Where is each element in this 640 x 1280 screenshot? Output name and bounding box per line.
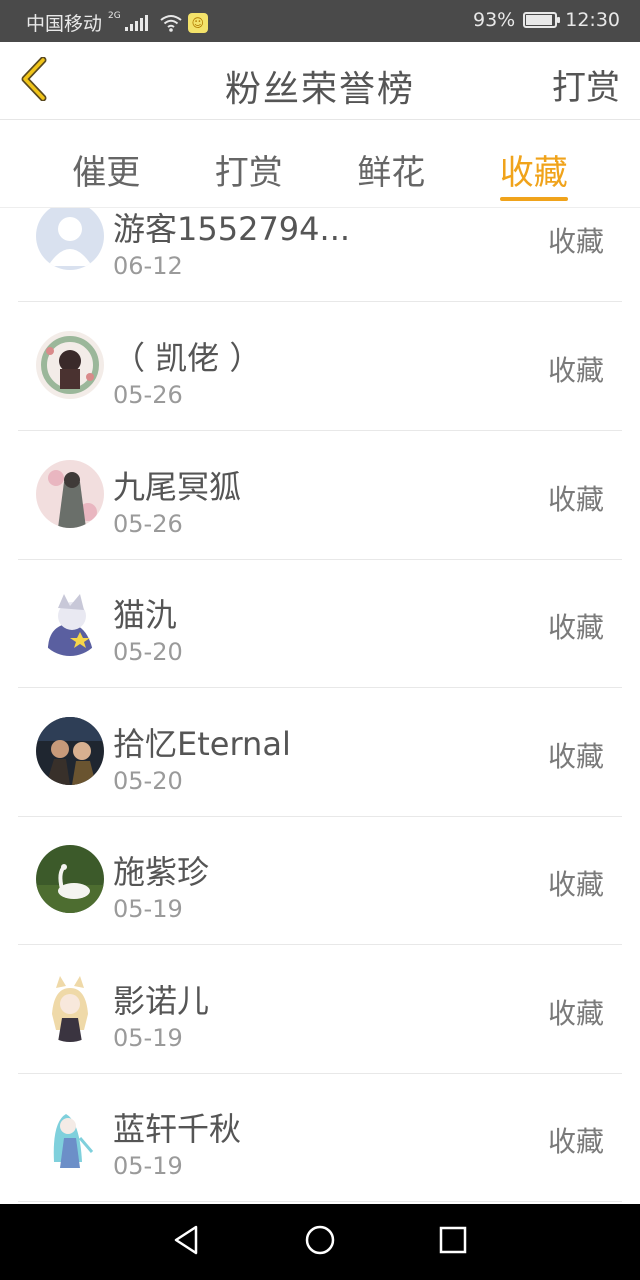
signal-icon	[124, 14, 148, 31]
avatar	[36, 460, 104, 528]
tab-bar: 催更 打赏 鲜花 收藏	[0, 121, 640, 208]
clock: 12:30	[565, 9, 620, 31]
nav-home-button[interactable]	[290, 1212, 350, 1272]
battery-fill	[526, 15, 553, 25]
fan-list: 游客1552794... 06-12 收藏 （ 凯佬 ） 05-26 收藏 九尾…	[0, 208, 640, 1204]
circle-home-icon	[304, 1224, 336, 1260]
avatar	[36, 208, 104, 270]
carrier-label: 中国移动	[26, 13, 103, 35]
action-date: 05-26	[113, 510, 183, 538]
avatar	[36, 845, 104, 913]
user-name: 蓝轩千秋	[113, 1110, 242, 1148]
action-date: 05-19	[113, 895, 183, 923]
tab-urge-update[interactable]: 催更	[46, 121, 166, 207]
system-nav-bar	[0, 1204, 640, 1280]
user-name: 影诺儿	[113, 982, 210, 1020]
status-left: 中国移动 2G ☺	[26, 9, 208, 36]
list-item[interactable]: 拾忆Eternal 05-20 收藏	[18, 689, 622, 817]
action-type: 收藏	[547, 997, 604, 1030]
action-type: 收藏	[547, 225, 604, 258]
action-date: 05-19	[113, 1024, 183, 1052]
user-name: （ 凯佬 ）	[113, 339, 262, 377]
list-item[interactable]: （ 凯佬 ） 05-26 收藏	[18, 303, 622, 431]
network-type: 2G	[108, 10, 121, 21]
action-type: 收藏	[547, 1125, 604, 1158]
action-date: 05-26	[113, 381, 183, 409]
tab-favorites[interactable]: 收藏	[474, 121, 594, 207]
avatar	[36, 1102, 104, 1170]
action-date: 06-12	[113, 252, 183, 280]
square-recents-icon	[438, 1225, 468, 1259]
user-name: 猫氿	[113, 596, 178, 634]
app-notification-icon: ☺	[187, 12, 208, 33]
action-type: 收藏	[547, 354, 604, 387]
list-item[interactable]: 游客1552794... 06-12 收藏	[18, 208, 622, 302]
battery-icon	[523, 12, 561, 28]
status-bar: 中国移动 2G ☺ 93% 12:30	[0, 0, 640, 42]
avatar	[36, 974, 104, 1042]
nav-back-button[interactable]	[157, 1212, 217, 1272]
action-type: 收藏	[547, 740, 604, 773]
avatar	[36, 717, 104, 785]
action-type: 收藏	[547, 483, 604, 516]
battery-percent: 93%	[473, 9, 516, 31]
action-date: 05-20	[113, 767, 183, 795]
page-title: 粉丝荣誉榜	[224, 69, 415, 110]
app-header: 粉丝荣誉榜 打赏	[0, 42, 640, 120]
action-type: 收藏	[547, 868, 604, 901]
list-item[interactable]: 影诺儿 05-19 收藏	[18, 946, 622, 1074]
wifi-icon	[160, 14, 182, 32]
avatar	[36, 331, 104, 399]
triangle-back-icon	[172, 1224, 202, 1260]
user-name: 施紫珍	[113, 853, 210, 891]
tab-flowers[interactable]: 鲜花	[331, 121, 451, 207]
tab-reward[interactable]: 打赏	[189, 121, 309, 207]
nav-recents-button[interactable]	[423, 1212, 483, 1272]
action-date: 05-19	[113, 1152, 183, 1180]
list-item[interactable]: 九尾冥狐 05-26 收藏	[18, 432, 622, 560]
list-item[interactable]: 蓝轩千秋 05-19 收藏	[18, 1074, 622, 1202]
action-date: 05-20	[113, 638, 183, 666]
list-item[interactable]: 猫氿 05-20 收藏	[18, 560, 622, 688]
user-name: 游客1552794...	[113, 210, 351, 248]
status-right: 93% 12:30	[473, 9, 620, 31]
user-name: 拾忆Eternal	[113, 725, 291, 763]
reward-button[interactable]: 打赏	[552, 60, 620, 109]
user-name: 九尾冥狐	[113, 468, 242, 506]
action-type: 收藏	[547, 611, 604, 644]
list-item[interactable]: 施紫珍 05-19 收藏	[18, 817, 622, 945]
avatar	[36, 588, 104, 656]
